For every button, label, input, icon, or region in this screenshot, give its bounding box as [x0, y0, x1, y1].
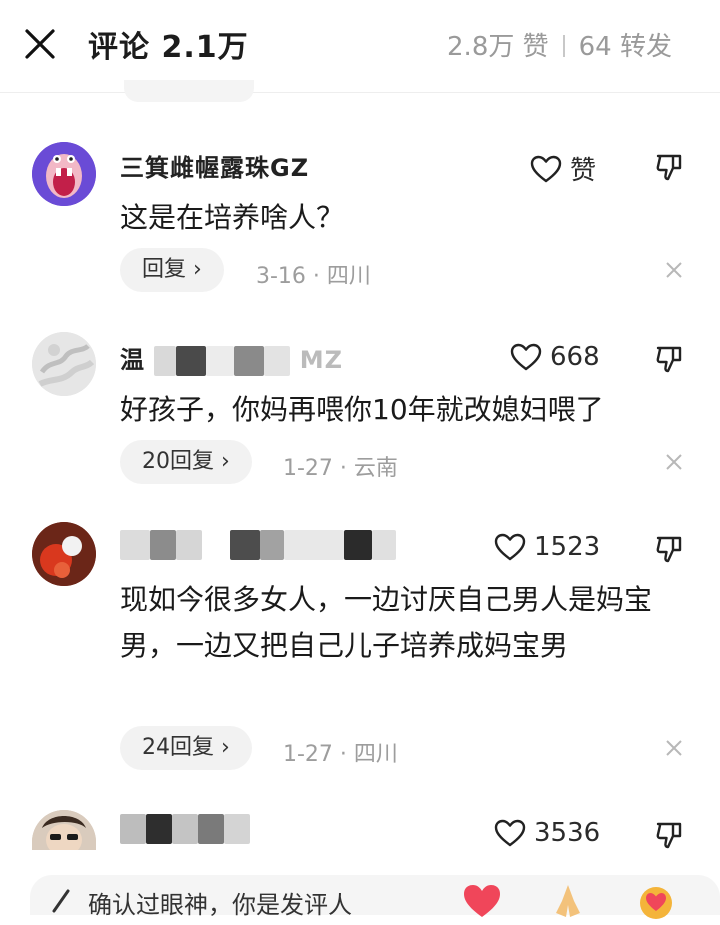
- page-title: 评论 2.1万: [88, 30, 249, 65]
- reply-label: 24回复: [142, 735, 214, 760]
- chevron-right-icon: ›: [186, 257, 202, 282]
- comment-item: 温 MZ 668 好孩子，你妈再喂你10年就改媳妇喂了 20回复 › 1-27 …: [0, 332, 720, 492]
- dislike-icon[interactable]: [654, 152, 684, 186]
- close-icon[interactable]: [20, 24, 60, 64]
- redacted-name: [224, 814, 250, 844]
- comment-username[interactable]: [120, 814, 250, 844]
- comment-text: 这是在培养啥人？: [120, 201, 345, 234]
- redacted-name: [120, 814, 146, 844]
- reply-label: 20回复: [142, 449, 214, 474]
- redacted-name: [176, 530, 202, 560]
- avatar[interactable]: [32, 522, 96, 586]
- redacted-name: [344, 530, 372, 560]
- redacted-name: [154, 346, 177, 376]
- comment-username[interactable]: [120, 530, 396, 560]
- redacted-name: [198, 814, 224, 844]
- redacted-name: [264, 346, 291, 376]
- comment-meta: 1-27 · 四川: [283, 742, 398, 767]
- redacted-name: [230, 530, 260, 560]
- heart-icon: [494, 819, 526, 847]
- dislike-icon[interactable]: [654, 344, 684, 378]
- redacted-name: [176, 346, 207, 376]
- comment-meta: 1-27 · 云南: [283, 456, 398, 481]
- likes-stat[interactable]: 2.8万 赞: [447, 32, 549, 62]
- heart-face-emoji-icon[interactable]: [636, 881, 676, 921]
- redacted-name: [172, 814, 198, 844]
- redacted-name: [260, 530, 284, 560]
- previous-reply-pill: [124, 80, 254, 102]
- comment-text: 现如今很多女人，一边讨厌自己男人是妈宝男，一边又把自己儿子培养成妈宝男: [120, 583, 653, 662]
- like-button[interactable]: 3536: [494, 818, 600, 848]
- redacted-name: [284, 530, 344, 560]
- heart-icon: [510, 343, 542, 371]
- heart-icon: [494, 533, 526, 561]
- redacted-name: [146, 814, 172, 844]
- comment-text: 好孩子，你妈再喂你10年就改媳妇喂了: [120, 393, 604, 426]
- comment-username[interactable]: 三箕雌幄露珠GZ: [120, 148, 309, 183]
- avatar[interactable]: [32, 332, 96, 396]
- reply-button[interactable]: 24回复 ›: [120, 726, 252, 770]
- stats-divider: [562, 35, 565, 57]
- like-count: 668: [550, 342, 600, 372]
- comments-header: 评论 2.1万 2.8万 赞 64 转发: [0, 0, 720, 93]
- like-count: 3536: [534, 818, 601, 848]
- comment-item: 1523 现如今很多女人，一边讨厌自己男人是妈宝男，一边又把自己儿子培养成妈宝男…: [0, 522, 720, 772]
- like-button[interactable]: 赞: [530, 150, 596, 187]
- redacted-name: [150, 530, 176, 560]
- dismiss-icon[interactable]: [664, 738, 684, 758]
- comment-meta: 3-16 · 四川: [256, 264, 371, 289]
- pencil-icon: [50, 889, 72, 917]
- pray-emoji-icon[interactable]: [548, 881, 588, 921]
- redacted-name: [234, 346, 265, 376]
- reply-button[interactable]: 回复 ›: [120, 248, 224, 292]
- post-stats: 2.8万 赞 64 转发: [447, 26, 672, 63]
- dismiss-icon[interactable]: [664, 260, 684, 280]
- dislike-icon[interactable]: [654, 534, 684, 568]
- dislike-icon[interactable]: [654, 820, 684, 854]
- shares-stat[interactable]: 64 转发: [579, 32, 672, 62]
- reply-button[interactable]: 20回复 ›: [120, 440, 252, 484]
- chevron-right-icon: ›: [214, 449, 230, 474]
- like-count: 1523: [534, 532, 601, 562]
- avatar[interactable]: [32, 810, 96, 850]
- like-count: 赞: [570, 156, 597, 186]
- like-button[interactable]: 668: [510, 342, 600, 372]
- chevron-right-icon: ›: [214, 735, 230, 760]
- redacted-name: [372, 530, 396, 560]
- redacted-name: [202, 530, 230, 560]
- comment-input[interactable]: 确认过眼神，你是发评人: [88, 885, 352, 920]
- heart-icon: [530, 155, 562, 182]
- redacted-name: [206, 346, 235, 376]
- dismiss-icon[interactable]: [664, 452, 684, 472]
- redacted-name: [120, 530, 150, 560]
- heart-emoji-icon[interactable]: [462, 881, 502, 921]
- comment-input-bar[interactable]: 确认过眼神，你是发评人: [30, 875, 720, 919]
- comment-username[interactable]: 温 MZ: [120, 340, 343, 376]
- avatar[interactable]: [32, 142, 96, 206]
- like-button[interactable]: 1523: [494, 532, 600, 562]
- reply-label: 回复: [142, 257, 187, 282]
- comment-item: 三箕雌幄露珠GZ 赞 这是在培养啥人？ 回复 › 3-16 · 四川: [0, 140, 720, 300]
- comment-item: 3536: [0, 810, 720, 870]
